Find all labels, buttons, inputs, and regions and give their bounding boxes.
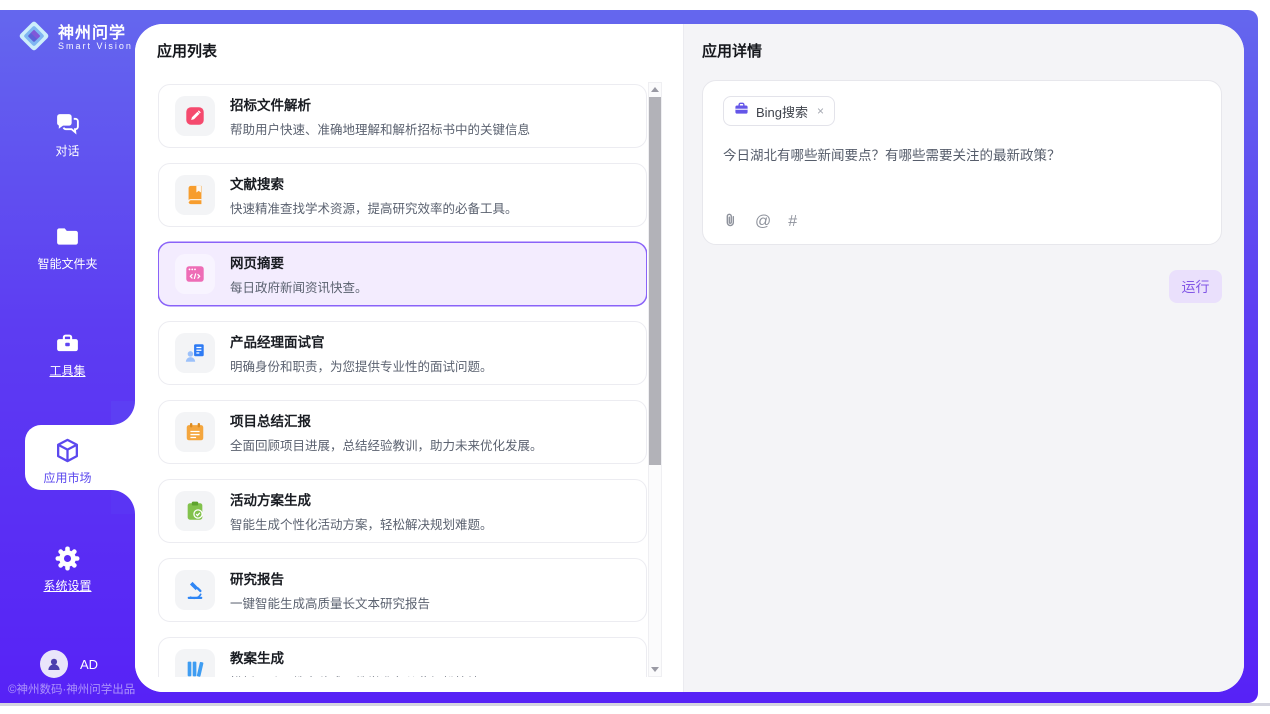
books-icon [175,649,215,677]
app-desc: 明确身份和职责，为您提供专业性的面试问题。 [230,356,493,375]
folder-icon [0,223,135,251]
app-card-bid-parse[interactable]: 招标文件解析 帮助用户快速、准确地理解和解析招标书中的关键信息 [158,84,647,148]
avatar [40,650,68,678]
scrollbar-thumb[interactable] [649,97,661,465]
app-card-lesson-plan[interactable]: 教案生成 模板驱动，教案秒成，教学准备从此轻松快捷 [158,637,647,677]
briefcase-icon [734,101,749,121]
app-desc: 帮助用户快速、准确地理解和解析招标书中的关键信息 [230,119,530,138]
app-desc: 智能生成个性化活动方案，轻松解决规划难题。 [230,514,493,533]
app-card-project-summary[interactable]: 项目总结汇报 全面回顾项目进展，总结经验教训，助力未来优化发展。 [158,400,647,464]
app-name: 教案生成 [230,647,480,667]
sidebar-item-label: 应用市场 [0,469,135,486]
hash-icon[interactable]: # [788,214,797,230]
app-desc: 每日政府新闻资讯快查。 [230,277,368,296]
sidebar-item-smart-folder[interactable]: 智能文件夹 [0,223,135,272]
bottom-divider [0,703,1270,706]
list-scrollbar[interactable] [648,82,662,677]
edit-document-icon [175,96,215,136]
at-icon[interactable]: @ [755,214,771,230]
app-list-title: 应用列表 [157,40,217,61]
sidebar-item-label: 智能文件夹 [0,255,135,272]
app-card-pm-interviewer[interactable]: 产品经理面试官 明确身份和职责，为您提供专业性的面试问题。 [158,321,647,385]
app-desc: 模板驱动，教案秒成，教学准备从此轻松快捷 [230,672,480,677]
user-account[interactable]: AD [40,650,98,678]
cube-icon [0,437,135,465]
microscope-icon [175,570,215,610]
sidebar-item-app-market[interactable]: 应用市场 [0,437,135,486]
close-icon[interactable]: × [817,104,824,118]
app-name: 网页摘要 [230,252,368,272]
app-detail-section: 应用详情 Bing搜索 × 今日湖北有哪些新闻要点？有哪些需要关注的最新政策？ … [684,24,1244,692]
gear-icon [0,545,135,573]
scroll-up-button[interactable] [649,83,661,96]
app-detail-title: 应用详情 [702,40,762,61]
toolbox-icon [0,330,135,358]
app-card-activity-plan[interactable]: 活动方案生成 智能生成个性化活动方案，轻松解决规划难题。 [158,479,647,543]
brand-name: 神州问学 [58,25,126,42]
app-card-web-summary[interactable]: 网页摘要 每日政府新闻资讯快查。 [158,242,647,306]
app-card-literature-search[interactable]: 文献搜索 快速精准查找学术资源，提高研究效率的必备工具。 [158,163,647,227]
sidebar-item-chat[interactable]: 对话 [0,110,135,159]
paperclip-icon[interactable] [723,212,738,231]
browser-code-icon [175,254,215,294]
app-desc: 快速精准查找学术资源，提高研究效率的必备工具。 [230,198,518,217]
sidebar-item-label: 对话 [0,142,135,159]
composer-card: Bing搜索 × 今日湖北有哪些新闻要点？有哪些需要关注的最新政策？ @ # [702,80,1222,245]
app-name: 招标文件解析 [230,94,530,114]
clipboard-check-icon [175,491,215,531]
content-panel: 应用列表 招标文件解析 帮助用户快速、准确地理解和解析招标书中的关键信息 文献搜… [135,24,1244,692]
bubble-notch-top [111,401,135,425]
book-icon [175,175,215,215]
triangle-down-icon [651,667,659,672]
app-name: 文献搜索 [230,173,518,193]
scroll-down-button[interactable] [649,663,661,676]
sidebar-item-label: 系统设置 [0,577,135,594]
copyright-text: ©神州数码·神州问学出品 [8,681,135,697]
composer-toolbar: @ # [723,212,797,231]
app-name: 项目总结汇报 [230,410,543,430]
person-icon [46,656,62,672]
notepad-icon [175,412,215,452]
user-name: AD [80,657,98,672]
triangle-up-icon [651,87,659,92]
app-list-section: 应用列表 招标文件解析 帮助用户快速、准确地理解和解析招标书中的关键信息 文献搜… [135,24,684,692]
app-name: 研究报告 [230,568,430,588]
app-desc: 全面回顾项目进展，总结经验教训，助力未来优化发展。 [230,435,543,454]
app-name: 活动方案生成 [230,489,493,509]
prompt-input[interactable]: 今日湖北有哪些新闻要点？有哪些需要关注的最新政策？ [723,146,1201,186]
app-desc: 一键智能生成高质量长文本研究报告 [230,593,430,612]
app-card-research-report[interactable]: 研究报告 一键智能生成高质量长文本研究报告 [158,558,647,622]
interview-icon [175,333,215,373]
chat-icon [0,110,135,138]
sidebar-item-toolset[interactable]: 工具集 [0,330,135,379]
brand-logo: 神州问学 Smart Vision [16,18,133,59]
brand-subtitle: Smart Vision [58,42,133,52]
sidebar-item-settings[interactable]: 系统设置 [0,545,135,594]
tool-tag-bing-search[interactable]: Bing搜索 × [723,96,835,126]
app-name: 产品经理面试官 [230,331,493,351]
sidebar-item-label: 工具集 [0,362,135,379]
app-card-list: 招标文件解析 帮助用户快速、准确地理解和解析招标书中的关键信息 文献搜索 快速精… [158,84,647,677]
run-button[interactable]: 运行 [1169,270,1222,303]
tool-tag-label: Bing搜索 [756,102,808,121]
bubble-notch-bottom [111,490,135,514]
diamond-logo-icon [16,18,52,59]
